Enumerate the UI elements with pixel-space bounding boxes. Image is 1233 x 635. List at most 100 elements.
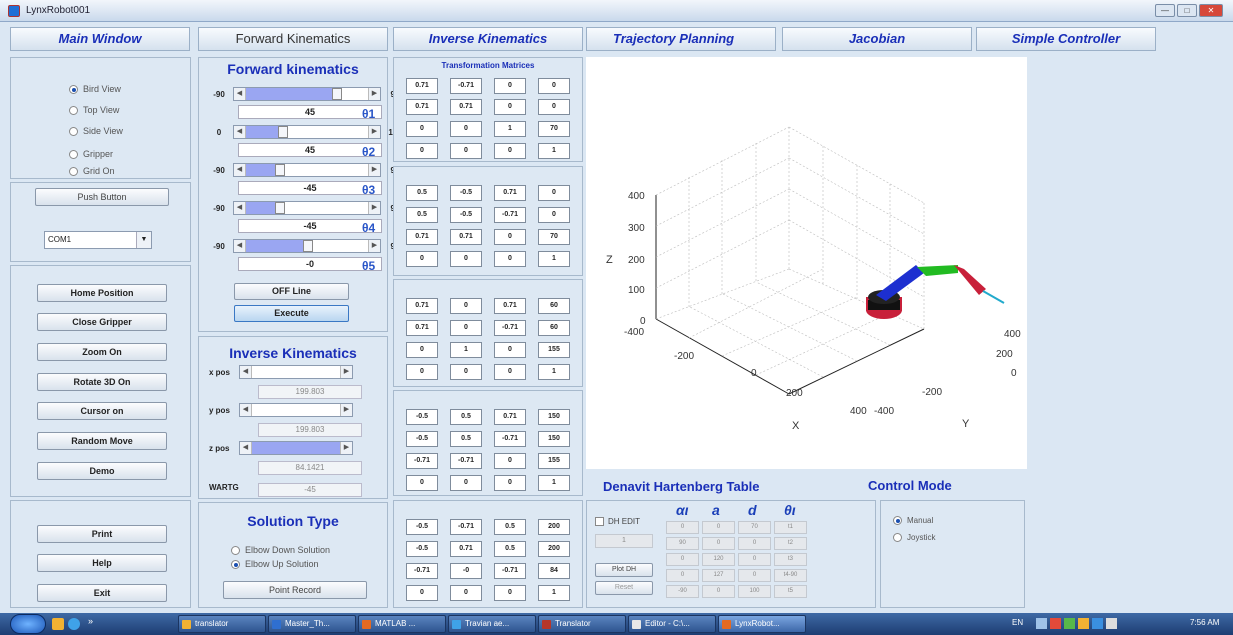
taskbar-item-matlab[interactable]: MATLAB ... [358,615,446,633]
radio-gripper[interactable]: Gripper [69,149,113,159]
network-icon[interactable] [1092,618,1103,629]
slider-right-arrow-icon[interactable]: ▶ [368,88,380,100]
taskbar-item-editor[interactable]: Editor - C:\... [628,615,716,633]
dh-cell[interactable]: 120 [702,553,735,566]
dh-edit-checkbox[interactable]: DH EDIT [595,517,640,526]
slider-left-arrow-icon[interactable]: ◀ [234,240,246,252]
dh-cell[interactable]: 0 [666,553,699,566]
slider-right-arrow-icon[interactable]: ▶ [368,202,380,214]
language-indicator[interactable]: EN [1012,618,1023,627]
dh-cell[interactable]: 0 [702,537,735,550]
dh-cell[interactable]: 127 [702,569,735,582]
tray-icon[interactable] [1078,618,1089,629]
ik-slider[interactable]: ◀ ▶ [239,365,353,379]
minimize-button[interactable]: — [1155,4,1175,17]
tray-icon[interactable] [1050,618,1061,629]
dh-cell[interactable]: 0 [702,521,735,534]
taskbar-item-translator-app[interactable]: Translator [538,615,626,633]
radio-elbow-up[interactable]: Elbow Up Solution [231,559,319,569]
start-button[interactable] [10,614,46,634]
tab-inverse-kinematics[interactable]: Inverse Kinematics [393,27,583,51]
rotate-3d-button[interactable]: Rotate 3D On [37,373,167,391]
close-button[interactable]: ✕ [1199,4,1223,17]
slider-left-arrow-icon[interactable]: ◀ [234,126,246,138]
dh-cell[interactable]: 100 [738,585,771,598]
slider-left-arrow-icon[interactable]: ◀ [234,88,246,100]
slider-left-arrow-icon[interactable]: ◀ [234,202,246,214]
offline-button[interactable]: OFF Line [234,283,349,300]
slider-right-arrow-icon[interactable]: ▶ [368,164,380,176]
dh-cell[interactable]: 0 [738,553,771,566]
slider-left-arrow-icon[interactable]: ◀ [234,164,246,176]
joint-slider[interactable]: ◀ ▶ [233,163,381,177]
cursor-on-button[interactable]: Cursor on [37,402,167,420]
dh-cell[interactable]: 0 [702,585,735,598]
joint-value[interactable]: 45 [238,143,382,157]
ik-slider[interactable]: ◀ ▶ [239,403,353,417]
slider-right-arrow-icon[interactable]: ▶ [340,442,352,454]
joint-slider[interactable]: ◀ ▶ [233,125,381,139]
radio-side-view[interactable]: Side View [69,126,123,136]
maximize-button[interactable]: □ [1177,4,1197,17]
radio-joystick[interactable]: Joystick [893,533,935,542]
slider-right-arrow-icon[interactable]: ▶ [340,404,352,416]
joint-value[interactable]: -0 [238,257,382,271]
plot-dh-button[interactable]: Plot DH [595,563,653,577]
tab-main-window[interactable]: Main Window [10,27,190,51]
slider-right-arrow-icon[interactable]: ▶ [368,126,380,138]
home-position-button[interactable]: Home Position [37,284,167,302]
slider-left-arrow-icon[interactable]: ◀ [240,366,252,378]
tab-trajectory-planning[interactable]: Trajectory Planning [586,27,776,51]
quick-launch-icon[interactable] [52,618,64,630]
joint-value[interactable]: 45 [238,105,382,119]
execute-button[interactable]: Execute [234,305,349,322]
help-button[interactable]: Help [37,554,167,572]
volume-icon[interactable] [1106,618,1117,629]
dh-cell[interactable]: t5 [774,585,807,598]
taskbar-item-travian[interactable]: Travian ae... [448,615,536,633]
radio-manual[interactable]: Manual [893,516,933,525]
push-button[interactable]: Push Button [35,188,169,206]
dh-cell[interactable]: 0 [666,569,699,582]
slider-left-arrow-icon[interactable]: ◀ [240,442,252,454]
tray-icon[interactable] [1064,618,1075,629]
slider-thumb[interactable] [332,88,342,100]
dh-cell[interactable]: 0 [666,521,699,534]
radio-elbow-down[interactable]: Elbow Down Solution [231,545,330,555]
dh-cell[interactable]: t4-90 [774,569,807,582]
ik-slider[interactable]: ◀ ▶ [239,441,353,455]
dh-cell[interactable]: 90 [666,537,699,550]
radio-top-view[interactable]: Top View [69,105,119,115]
radio-bird-view[interactable]: Bird View [69,84,121,94]
tray-icon[interactable] [1036,618,1047,629]
slider-thumb[interactable] [303,240,313,252]
dh-edit-field[interactable]: 1 [595,534,653,548]
more-icon[interactable]: » [88,616,93,626]
taskbar-item-master[interactable]: Master_Th... [268,615,356,633]
random-move-button[interactable]: Random Move [37,432,167,450]
close-gripper-button[interactable]: Close Gripper [37,313,167,331]
joint-slider[interactable]: ◀ ▶ [233,87,381,101]
slider-right-arrow-icon[interactable]: ▶ [340,366,352,378]
joint-slider[interactable]: ◀ ▶ [233,201,381,215]
point-record-button[interactable]: Point Record [223,581,367,599]
com-port-select[interactable]: COM1 ▼ [44,231,152,249]
joint-slider[interactable]: ◀ ▶ [233,239,381,253]
slider-thumb[interactable] [278,126,288,138]
tab-jacobian[interactable]: Jacobian [782,27,972,51]
print-button[interactable]: Print [37,525,167,543]
slider-thumb[interactable] [275,202,285,214]
demo-button[interactable]: Demo [37,462,167,480]
dh-cell[interactable]: 70 [738,521,771,534]
dh-cell[interactable]: t3 [774,553,807,566]
dh-cell[interactable]: t1 [774,521,807,534]
taskbar-item-lynxrobot[interactable]: LynxRobot... [718,615,806,633]
joint-value[interactable]: -45 [238,181,382,195]
tab-simple-controller[interactable]: Simple Controller [976,27,1156,51]
radio-grid-on[interactable]: Grid On [69,166,115,176]
slider-thumb[interactable] [275,164,285,176]
tab-forward-kinematics[interactable]: Forward Kinematics [198,27,388,51]
slider-left-arrow-icon[interactable]: ◀ [240,404,252,416]
dh-cell[interactable]: -90 [666,585,699,598]
taskbar-item-translator[interactable]: translator [178,615,266,633]
